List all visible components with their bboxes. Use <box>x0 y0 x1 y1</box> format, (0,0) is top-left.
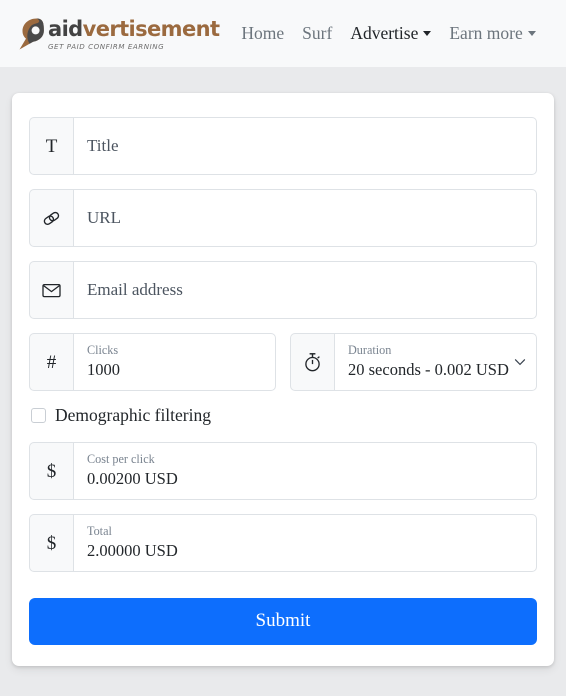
title-input[interactable]: Title <box>73 117 537 175</box>
total-label: Total <box>87 524 112 539</box>
link-chain-icon-svg <box>43 211 60 225</box>
hash-icon-glyph: # <box>46 351 57 373</box>
cost-per-click-input[interactable]: Cost per click 0.00200 USD <box>73 442 537 500</box>
email-input[interactable]: Email address <box>73 261 537 319</box>
dollar-icon-glyph: $ <box>46 460 57 482</box>
brand-word-vertisement: vertisement <box>82 16 220 41</box>
text-T-icon-glyph: T <box>45 135 58 157</box>
clicks-input[interactable]: Clicks 1000 <box>73 333 276 391</box>
nav-item-surf-label: Surf <box>302 23 333 43</box>
brand-logo[interactable]: aidvertisement GET PAID CONFIRM EARNING <box>16 16 220 51</box>
title-input-group: T Title <box>29 117 537 175</box>
total-input[interactable]: Total 2.00000 USD <box>73 514 537 572</box>
cost-per-click-label: Cost per click <box>87 452 155 467</box>
clicks-input-value: 1000 <box>87 359 120 379</box>
chevron-down-icon <box>423 31 432 36</box>
text-T-icon: T <box>29 117 73 175</box>
url-input[interactable]: URL <box>73 189 537 247</box>
advertise-form-card: T Title URL Email address # Clicks 1000 … <box>12 93 554 666</box>
nav-item-earn-more-label: Earn more <box>449 23 523 43</box>
duration-select-label: Duration <box>348 343 392 358</box>
title-input-placeholder: Title <box>87 136 119 155</box>
duration-select-value: 20 seconds - 0.002 USD <box>348 359 509 379</box>
nav-links: Home Surf Advertise Earn more <box>241 23 536 44</box>
stopwatch-icon-svg <box>305 353 320 372</box>
cost-per-click-input-group: $ Cost per click 0.00200 USD <box>29 442 537 500</box>
navbar: aidvertisement GET PAID CONFIRM EARNING … <box>0 0 566 67</box>
clicks-input-group: # Clicks 1000 <box>29 333 276 391</box>
nav-item-advertise[interactable]: Advertise <box>350 23 432 44</box>
page-body: T Title URL Email address # Clicks 1000 … <box>0 67 566 679</box>
envelope-icon <box>29 261 73 319</box>
link-chain-icon <box>29 189 73 247</box>
dollar-icon-glyph: $ <box>46 532 57 554</box>
brand-wordmark: aidvertisement <box>48 16 220 41</box>
nav-item-home[interactable]: Home <box>241 23 284 44</box>
nav-item-earn-more[interactable]: Earn more <box>449 23 536 44</box>
demographic-filtering-row[interactable]: Demographic filtering <box>31 405 537 426</box>
dollar-icon: $ <box>29 514 73 572</box>
duration-input-group: Duration 20 seconds - 0.002 USD <box>290 333 537 391</box>
total-value: 2.00000 USD <box>87 540 178 560</box>
brand-text: aidvertisement GET PAID CONFIRM EARNING <box>48 16 220 51</box>
chevron-down-icon <box>527 31 536 36</box>
dollar-icon: $ <box>29 442 73 500</box>
nav-item-surf[interactable]: Surf <box>302 23 332 44</box>
url-input-placeholder: URL <box>87 208 121 227</box>
email-input-placeholder: Email address <box>87 280 183 299</box>
url-input-group: URL <box>29 189 537 247</box>
demographic-filtering-label: Demographic filtering <box>55 405 211 425</box>
hash-icon: # <box>29 333 73 391</box>
cost-per-click-value: 0.00200 USD <box>87 468 178 488</box>
clicks-duration-row: # Clicks 1000 Duration 20 seconds - 0.00… <box>29 333 537 391</box>
nav-item-advertise-label: Advertise <box>350 23 419 43</box>
nav-item-home-label: Home <box>241 23 285 43</box>
email-input-group: Email address <box>29 261 537 319</box>
brand-tagline: GET PAID CONFIRM EARNING <box>48 41 165 51</box>
stopwatch-icon <box>290 333 334 391</box>
duration-select[interactable]: Duration 20 seconds - 0.002 USD <box>334 333 537 391</box>
brand-word-aid: aid <box>48 16 83 41</box>
envelope-icon-svg <box>42 283 61 297</box>
demographic-filtering-checkbox[interactable] <box>31 408 46 423</box>
chevron-down-icon <box>514 359 526 366</box>
total-input-group: $ Total 2.00000 USD <box>29 514 537 572</box>
clicks-input-label: Clicks <box>87 343 119 358</box>
submit-button[interactable]: Submit <box>29 598 537 645</box>
pin-drop-logo-icon <box>16 17 46 51</box>
